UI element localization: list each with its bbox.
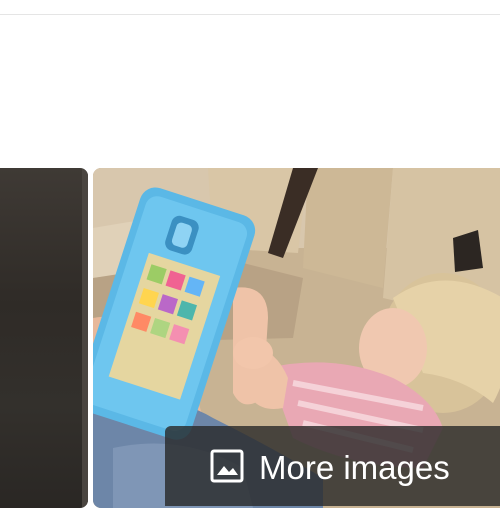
image-icon bbox=[210, 449, 244, 483]
thumbnail-edge bbox=[82, 168, 88, 508]
more-images-label: More images bbox=[259, 449, 450, 486]
top-divider bbox=[0, 14, 500, 15]
image-thumbnail-left[interactable] bbox=[0, 168, 88, 508]
more-images-button[interactable]: More images bbox=[165, 426, 500, 506]
